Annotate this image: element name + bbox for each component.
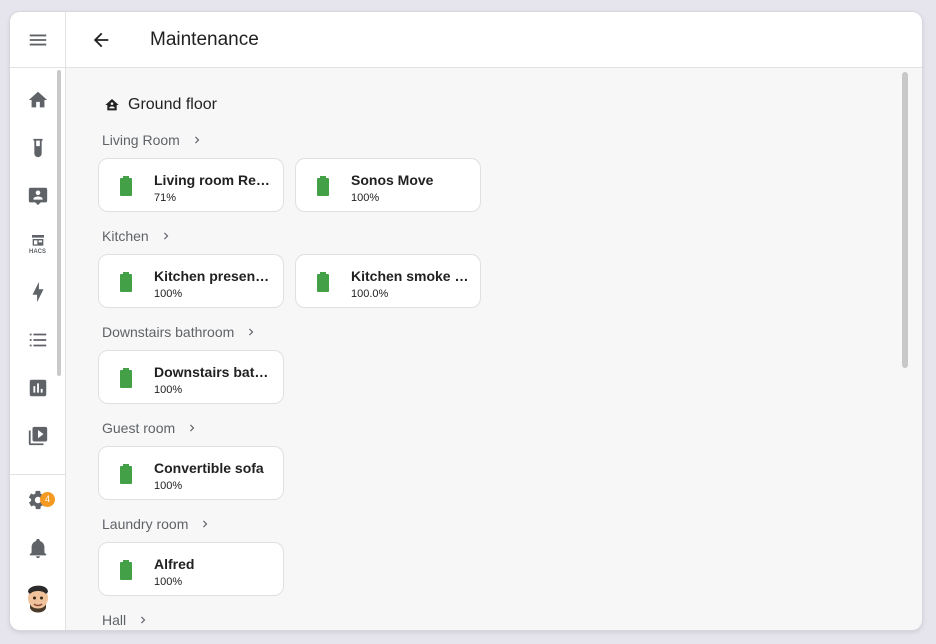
- app-window: HACS 4 Maintenance Ground floor Living R…: [10, 12, 922, 630]
- area-heading-downstairs-bathroom[interactable]: Downstairs bathroom: [102, 324, 258, 340]
- device-card[interactable]: Living room Remote 71%: [98, 158, 284, 212]
- account-box-icon: [28, 187, 47, 206]
- battery-level: 100%: [351, 192, 380, 204]
- area-name: Living Room: [102, 132, 180, 148]
- device-name: Sonos Move: [351, 172, 434, 188]
- device-card[interactable]: Convertible sofa 100%: [98, 446, 284, 500]
- chevron-right-icon: [163, 232, 169, 240]
- area-heading-laundry-room[interactable]: Laundry room: [102, 516, 212, 532]
- battery-icon: [119, 464, 133, 484]
- back-button[interactable]: [88, 28, 114, 52]
- battery-icon: [119, 176, 133, 196]
- arrow-left-icon: [93, 32, 109, 48]
- area-heading-guest-room[interactable]: Guest room: [102, 420, 199, 436]
- sidebar-scrollbar[interactable]: [57, 70, 61, 376]
- battery-level: 100%: [154, 288, 183, 300]
- user-avatar[interactable]: [24, 578, 52, 614]
- battery-icon: [316, 272, 330, 292]
- device-name: Alfred: [154, 556, 195, 572]
- battery-level: 100%: [154, 384, 183, 396]
- area-name: Laundry room: [102, 516, 189, 532]
- page-title: Maintenance: [150, 29, 259, 50]
- area-name: Guest room: [102, 420, 176, 436]
- chevron-right-icon: [141, 616, 146, 624]
- battery-level: 100.0%: [351, 288, 389, 300]
- play-box-icon: [28, 426, 47, 446]
- battery-level: 100%: [154, 576, 183, 588]
- area-heading-hall[interactable]: Hall: [102, 612, 150, 628]
- home-floor-icon: [105, 99, 119, 111]
- menu-icon: [29, 34, 46, 45]
- area-name: Downstairs bathroom: [102, 324, 235, 340]
- area-name: Kitchen: [102, 228, 149, 244]
- area-name: Hall: [102, 612, 127, 628]
- device-card[interactable]: Kitchen presence sensor 100%: [98, 254, 284, 308]
- chevron-right-icon: [194, 136, 200, 144]
- sidebar-item-settings[interactable]: 4: [10, 484, 65, 516]
- device-name: Downstairs bathroom sensor: [154, 364, 276, 380]
- chevron-right-icon: [203, 520, 208, 528]
- home-icon: [28, 91, 47, 108]
- avatar-icon: [28, 585, 48, 613]
- lightning-bolt-icon: [32, 281, 43, 303]
- main-content: Ground floor Living Room Living room Rem…: [66, 68, 912, 630]
- battery-icon: [119, 560, 133, 580]
- device-name: Convertible sofa: [154, 460, 264, 476]
- floor-name: Ground floor: [128, 96, 217, 113]
- device-card[interactable]: Alfred 100%: [98, 542, 284, 596]
- format-list-icon: [29, 333, 46, 347]
- menu-button[interactable]: [10, 12, 65, 68]
- device-name: Kitchen presence sensor: [154, 268, 276, 284]
- hacs-label: HACS: [28, 248, 46, 255]
- device-card[interactable]: Sonos Move 100%: [295, 158, 481, 212]
- chevron-right-icon: [190, 424, 195, 432]
- bell-icon: [29, 538, 46, 559]
- device-card[interactable]: Kitchen smoke detector 100.0%: [295, 254, 481, 308]
- device-name: Living room Remote: [154, 172, 276, 188]
- flask-icon: [32, 138, 43, 158]
- content-scrollbar[interactable]: [902, 72, 908, 368]
- battery-icon: [119, 368, 133, 388]
- floor-heading: Ground floor: [104, 96, 217, 114]
- sidebar: HACS 4: [10, 12, 66, 630]
- hacs-icon: [31, 234, 44, 246]
- battery-icon: [119, 272, 133, 292]
- sidebar-item-history[interactable]: [10, 372, 65, 404]
- battery-icon: [316, 176, 330, 196]
- chevron-right-icon: [249, 328, 254, 336]
- sidebar-item-media[interactable]: [10, 420, 65, 452]
- battery-level: 100%: [154, 480, 183, 492]
- top-app-bar: Maintenance: [66, 12, 922, 68]
- device-card[interactable]: Downstairs bathroom sensor 100%: [98, 350, 284, 404]
- device-name: Kitchen smoke detector: [351, 268, 473, 284]
- battery-level: 71%: [154, 192, 177, 204]
- chart-box-icon: [29, 379, 46, 397]
- area-heading-kitchen[interactable]: Kitchen: [102, 228, 173, 244]
- notification-count-badge: 4: [40, 492, 55, 507]
- sidebar-item-notifications[interactable]: [10, 532, 65, 564]
- sidebar-divider: [10, 474, 65, 475]
- area-heading-living-room[interactable]: Living Room: [102, 132, 204, 148]
